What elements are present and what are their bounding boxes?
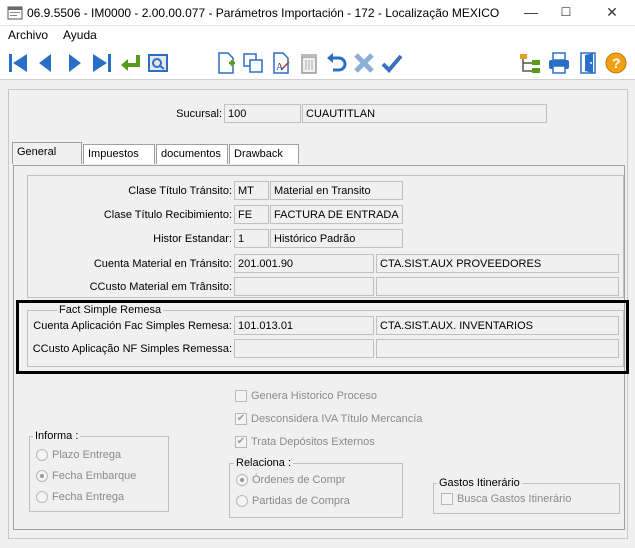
radio-label: Fecha Embarque bbox=[52, 470, 137, 482]
new-document-icon[interactable] bbox=[214, 51, 238, 75]
cuenta-material-transito-label: Cuenta Material en Tránsito: bbox=[93, 258, 232, 270]
maximize-button[interactable]: ☐ bbox=[556, 3, 576, 21]
menu-ayuda[interactable]: Ayuda bbox=[63, 28, 97, 42]
histor-estandar-label: Histor Estandar: bbox=[153, 233, 232, 245]
tab-documentos[interactable]: documentos bbox=[156, 144, 228, 164]
cuenta-material-transito-desc[interactable]: CTA.SIST.AUX PROVEEDORES bbox=[376, 254, 619, 273]
desconsidera-iva-checkbox[interactable]: ✔ Desconsidera IVA Título Mercancía bbox=[235, 413, 422, 425]
checkbox-box bbox=[235, 390, 247, 402]
app-icon bbox=[7, 6, 23, 20]
trata-depositos-checkbox[interactable]: ✔ Trata Depósitos Externos bbox=[235, 436, 375, 448]
genera-historico-checkbox[interactable]: Genera Historico Proceso bbox=[235, 390, 377, 402]
clase-titulo-recibimiento-code[interactable]: FE bbox=[234, 205, 269, 224]
help-icon[interactable]: ? bbox=[604, 51, 628, 75]
radio-dot bbox=[236, 495, 248, 507]
previous-record-icon[interactable] bbox=[34, 51, 58, 75]
relaciona-group bbox=[229, 463, 403, 518]
cuenta-material-transito-code[interactable]: 201.001.90 bbox=[234, 254, 374, 273]
radio-dot bbox=[36, 470, 48, 482]
confirm-icon[interactable] bbox=[380, 51, 404, 75]
search-icon[interactable] bbox=[146, 51, 170, 75]
exit-door-icon[interactable] bbox=[577, 51, 601, 75]
radio-fecha-entrega[interactable]: Fecha Entrega bbox=[36, 491, 124, 503]
clase-titulo-transito-desc[interactable]: Material en Transito bbox=[270, 181, 403, 200]
histor-estandar-desc[interactable]: Histórico Padrão bbox=[270, 229, 403, 248]
histor-estandar-code[interactable]: 1 bbox=[234, 229, 269, 248]
clase-titulo-recibimiento-desc[interactable]: FACTURA DE ENTRADA bbox=[270, 205, 403, 224]
copy-icon[interactable] bbox=[241, 51, 265, 75]
highlight-frame bbox=[16, 300, 629, 374]
desconsidera-iva-label: Desconsidera IVA Título Mercancía bbox=[251, 413, 423, 425]
clase-titulo-transito-code[interactable]: MT bbox=[234, 181, 269, 200]
title-bar: 06.9.5506 - IM0000 - 2.00.00.077 - Parám… bbox=[0, 0, 635, 26]
delete-icon[interactable] bbox=[297, 51, 321, 75]
window-title: 06.9.5506 - IM0000 - 2.00.00.077 - Parám… bbox=[27, 6, 500, 20]
clase-titulo-transito-label: Clase Título Tránsito: bbox=[128, 185, 232, 197]
informa-title: Informa : bbox=[33, 430, 81, 442]
clase-titulo-recibimiento-label: Clase Título Recibimiento: bbox=[103, 209, 232, 221]
relaciona-title: Relaciona : bbox=[234, 457, 294, 469]
next-record-icon[interactable] bbox=[62, 51, 86, 75]
checkbox-box: ✔ bbox=[235, 413, 247, 425]
print-icon[interactable] bbox=[547, 51, 571, 75]
undo-icon[interactable] bbox=[324, 51, 348, 75]
tree-structure-icon[interactable] bbox=[518, 51, 542, 75]
busca-gastos-label: Busca Gastos Itinerário bbox=[457, 493, 572, 505]
genera-historico-label: Genera Historico Proceso bbox=[251, 390, 377, 402]
menu-bar: Archivo Ayuda bbox=[0, 26, 635, 45]
menu-archivo[interactable]: Archivo bbox=[8, 28, 48, 42]
radio-dot bbox=[36, 449, 48, 461]
minimize-button[interactable]: — bbox=[521, 3, 541, 21]
sucursal-name-field[interactable]: CUAUTITLAN bbox=[302, 104, 547, 123]
sucursal-code-field[interactable]: 100 bbox=[224, 104, 301, 123]
radio-fecha-embarque[interactable]: Fecha Embarque bbox=[36, 470, 136, 482]
radio-plazo-entrega[interactable]: Plazo Entrega bbox=[36, 449, 121, 461]
cancel-icon[interactable] bbox=[352, 51, 376, 75]
return-icon[interactable] bbox=[118, 51, 142, 75]
svg-text:?: ? bbox=[612, 55, 621, 71]
edit-text-icon[interactable]: A bbox=[269, 51, 293, 75]
trata-depositos-label: Trata Depósitos Externos bbox=[251, 436, 375, 448]
sucursal-label: Sucursal: bbox=[176, 108, 222, 120]
ccusto-material-transito-label: CCusto Material em Trânsito: bbox=[89, 281, 232, 293]
radio-partidas-compra[interactable]: Partidas de Compra bbox=[236, 495, 350, 507]
close-button[interactable]: ✕ bbox=[602, 3, 622, 21]
radio-label: Órdenes de Compr bbox=[252, 474, 346, 486]
tab-general[interactable]: General bbox=[12, 142, 82, 164]
checkbox-box: ✔ bbox=[235, 436, 247, 448]
ccusto-material-transito-desc[interactable] bbox=[376, 277, 619, 296]
first-record-icon[interactable] bbox=[6, 51, 30, 75]
toolbar: A ? bbox=[0, 45, 635, 80]
tab-drawback[interactable]: Drawback bbox=[229, 144, 299, 164]
ccusto-material-transito-code[interactable] bbox=[234, 277, 374, 296]
radio-label: Fecha Entrega bbox=[52, 491, 125, 503]
last-record-icon[interactable] bbox=[90, 51, 114, 75]
gastos-itinerario-title: Gastos Itinerário bbox=[437, 477, 522, 489]
radio-dot bbox=[236, 474, 248, 486]
radio-dot bbox=[36, 491, 48, 503]
radio-ordenes-compra[interactable]: Órdenes de Compr bbox=[236, 474, 346, 486]
checkbox-box bbox=[441, 493, 453, 505]
radio-label: Partidas de Compra bbox=[252, 495, 350, 507]
tab-impuestos[interactable]: Impuestos bbox=[83, 144, 155, 164]
busca-gastos-checkbox[interactable]: Busca Gastos Itinerário bbox=[441, 493, 571, 505]
radio-label: Plazo Entrega bbox=[52, 449, 122, 461]
